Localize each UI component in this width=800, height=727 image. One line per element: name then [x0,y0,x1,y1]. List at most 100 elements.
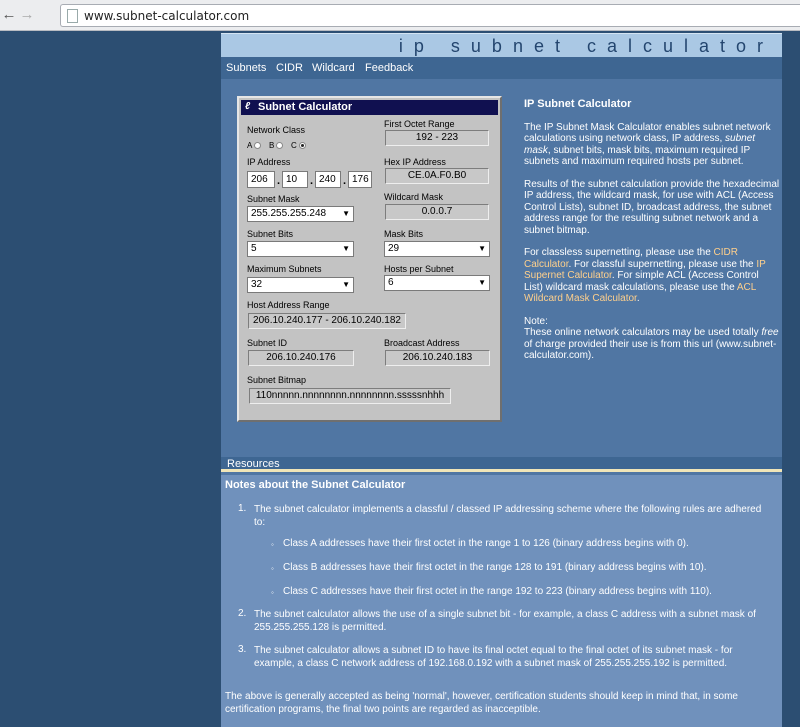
class-c-label: C [291,141,297,150]
description-heading: IP Subnet Calculator [524,98,632,110]
description-panel: IP Subnet Calculator The IP Subnet Mask … [524,98,780,373]
subnet-bits-value: 5 [251,243,257,254]
chevron-down-icon: ▼ [478,244,486,253]
subnet-mask-label: Subnet Mask [247,194,300,204]
host-address-range-value: 206.10.240.177 - 206.10.240.182 [248,313,406,329]
description-intro: The IP Subnet Mask Calculator enables su… [524,122,780,168]
mask-bits-value: 29 [388,243,400,254]
ip-address-label: IP Address [247,157,291,167]
chevron-down-icon: ▼ [342,209,350,218]
address-bar[interactable]: www.subnet-calculator.com [60,4,800,27]
class-b-radio[interactable]: B [269,141,284,150]
class-c-radio[interactable]: C [291,141,306,150]
resources-bar: Resources [221,457,782,472]
arrow-left-icon[interactable]: ← [0,5,18,25]
radio-icon [276,142,284,150]
hex-ip-label: Hex IP Address [384,157,446,167]
first-octet-range-label: First Octet Range [384,119,455,129]
class-c-rule: Class C addresses have their first octet… [283,586,712,597]
url-text[interactable]: www.subnet-calculator.com [84,9,249,23]
mask-bits-label: Mask Bits [384,229,424,239]
calculator-icon: ℓ [245,101,251,112]
class-b-label: B [269,141,275,150]
notes-closing: The above is generally accepted as being… [225,691,738,715]
subnet-mask-value: 255.255.255.248 [251,208,327,219]
related-text: . [636,293,640,304]
nav-cidr[interactable]: CIDR [276,62,303,74]
resources-label[interactable]: Resources [227,458,280,470]
list-number: 1. [238,503,247,514]
list-number: 3. [238,644,247,655]
class-a-radio[interactable]: A [247,141,262,150]
hosts-per-subnet-value: 6 [388,277,394,288]
maximum-subnets-select[interactable]: 32 ▼ [247,277,354,293]
subnet-bitmap-value: 110nnnnn.nnnnnnnn.nnnnnnnn.sssssnhhh [249,388,451,404]
radio-selected-icon [298,142,306,150]
wildcard-mask-label: Wildcard Mask [384,192,444,202]
top-nav: Subnets CIDR Wildcard Feedback [221,57,782,79]
bullet-icon: ◦ [271,564,274,573]
arrow-right-icon[interactable]: → [18,5,36,25]
ip-octet-2-input[interactable]: 10 [282,171,308,188]
class-a-rule: Class A addresses have their first octet… [283,538,689,549]
browser-toolbar: ← → www.subnet-calculator.com [0,0,800,31]
content-column: ip subnet calculator Subnets CIDR Wildca… [221,33,782,727]
subnet-bits-label: Subnet Bits [247,229,294,239]
calculator-titlebar: ℓ Subnet Calculator [241,100,498,115]
subnet-bitmap-label: Subnet Bitmap [247,375,307,385]
subnet-mask-select[interactable]: 255.255.255.248 ▼ [247,206,354,222]
nav-wildcard[interactable]: Wildcard [312,62,355,74]
ip-octet-3-input[interactable]: 240 [315,171,341,188]
page-background: ip subnet calculator Subnets CIDR Wildca… [0,31,800,727]
bullet-icon: ◦ [271,540,274,549]
note-item-2: The subnet calculator allows the use of … [254,609,756,633]
ip-octet-1-input[interactable]: 206 [247,171,275,188]
host-address-range-label: Host Address Range [247,300,330,310]
hosts-per-subnet-select[interactable]: 6 ▼ [384,275,490,291]
first-octet-range-value: 192 - 223 [385,130,489,146]
notes-heading: Notes about the Subnet Calculator [225,479,406,491]
maximum-subnets-label: Maximum Subnets [247,264,322,274]
broadcast-address-label: Broadcast Address [384,338,460,348]
note-emphasis: free [761,327,779,338]
ip-octet-4-input[interactable]: 176 [348,171,372,188]
notes-section: Notes about the Subnet Calculator 1. The… [221,475,782,727]
mask-bits-select[interactable]: 29 ▼ [384,241,490,257]
wildcard-mask-value: 0.0.0.7 [385,204,489,220]
site-title: ip subnet calculator [398,36,774,56]
subnet-bits-select[interactable]: 5 ▼ [247,241,354,257]
maximum-subnets-value: 32 [251,279,263,290]
site-banner: ip subnet calculator [221,33,782,57]
related-text: For classless supernetting, please use t… [524,247,714,258]
subnet-id-label: Subnet ID [247,338,288,348]
description-related: For classless supernetting, please use t… [524,247,780,305]
hex-ip-value: CE.0A.F0.B0 [385,168,489,184]
chevron-down-icon: ▼ [342,280,350,289]
note-item-3: The subnet calculator allows a subnet ID… [254,645,733,669]
class-a-label: A [247,141,253,150]
nav-feedback[interactable]: Feedback [365,62,413,74]
calculator-title: Subnet Calculator [258,101,353,113]
intro-text-end: , subnet bits, mask bits, maximum requir… [524,144,751,168]
bullet-icon: ◦ [271,588,274,597]
network-class-label: Network Class [247,125,306,135]
note-text-end: of charge provided their use is from thi… [524,338,777,362]
description-note: Note: These online network calculators ma… [524,316,780,362]
list-number: 2. [238,608,247,619]
note-item-1: The subnet calculator implements a class… [254,504,762,528]
radio-icon [254,142,262,150]
hosts-per-subnet-label: Hosts per Subnet [384,264,454,274]
ip-dot: . [310,175,314,187]
description-results: Results of the subnet calculation provid… [524,178,780,236]
note-label: Note: [524,315,548,327]
subnet-id-value: 206.10.240.176 [248,350,354,366]
page-icon [67,9,78,23]
ip-dot: . [277,175,281,187]
chevron-down-icon: ▼ [478,278,486,287]
nav-subnets[interactable]: Subnets [226,62,266,74]
ip-dot: . [343,175,347,187]
chevron-down-icon: ▼ [342,244,350,253]
subnet-calculator-panel: ℓ Subnet Calculator First Octet Range 19… [237,96,502,422]
related-text: . For classful supernetting, please use … [568,258,757,270]
note-text: These online network calculators may be … [524,327,762,338]
